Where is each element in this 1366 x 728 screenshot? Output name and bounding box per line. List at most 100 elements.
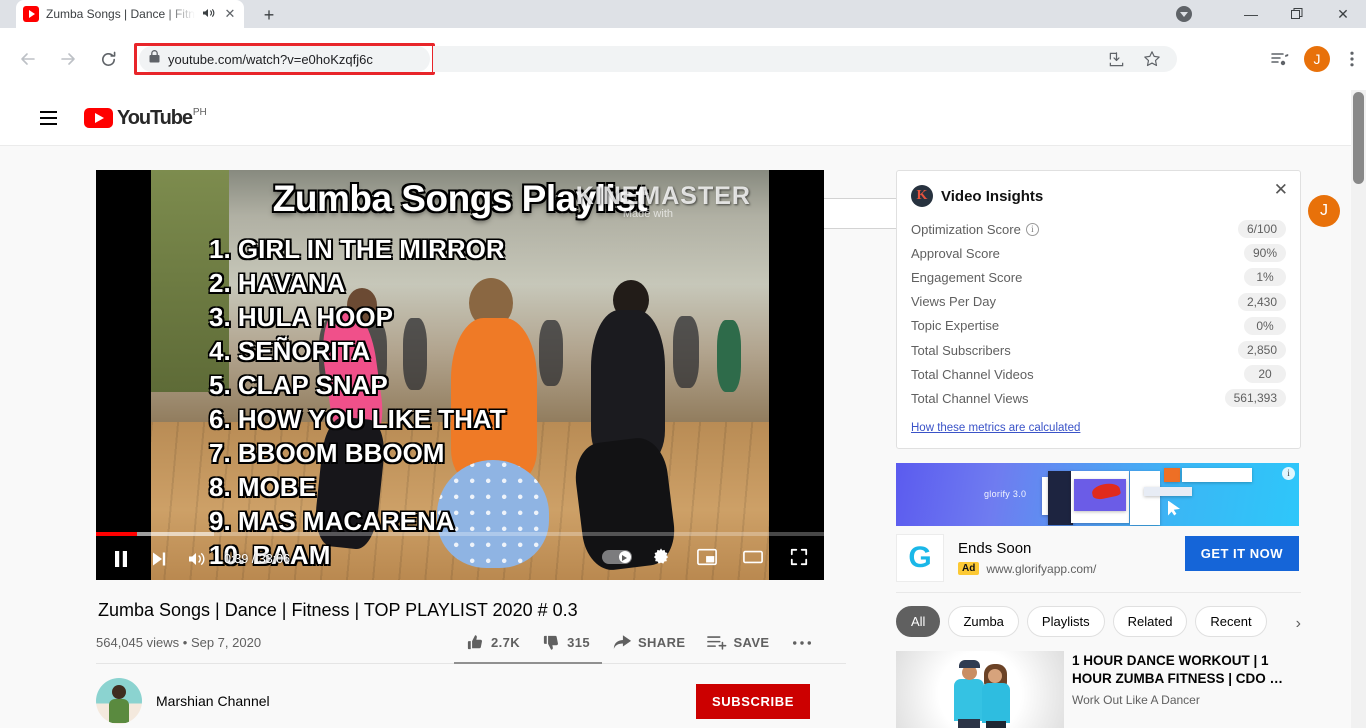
forward-button[interactable] [53, 44, 83, 74]
subscribe-button[interactable]: SUBSCRIBE [696, 683, 810, 719]
ad-banner-image[interactable]: glorify 3.0 i [896, 462, 1299, 526]
playlist-line: 7. BBOOM BBOOM [209, 438, 445, 468]
new-tab-button[interactable]: + [256, 2, 282, 28]
page-scrollbar[interactable] [1351, 90, 1366, 728]
primary-column: Zumba Songs Playlist Made with KINEMASTE… [96, 170, 846, 728]
back-button[interactable] [13, 44, 43, 74]
ad-art-panel [1182, 467, 1252, 482]
volume-button[interactable] [180, 542, 214, 576]
fullscreen-button[interactable] [782, 540, 816, 574]
thumb-person [954, 678, 984, 721]
guide-menu-icon[interactable] [28, 98, 68, 138]
thumb-person [986, 720, 1006, 728]
ad-headline[interactable]: Ends Soon [958, 540, 1096, 557]
player-time-display: 0:39 / 33:06 [224, 552, 291, 566]
ad-badge: Ad [958, 562, 980, 575]
video-overlay-playlist: 1. GIRL IN THE MIRROR 2. HAVANA 3. HULA … [209, 232, 506, 572]
toolbar-right-actions: J [1270, 28, 1360, 90]
bookmark-star-icon[interactable] [1143, 50, 1161, 68]
chip-related[interactable]: Related [1112, 605, 1188, 637]
more-actions-button[interactable] [782, 629, 822, 657]
save-button[interactable]: SAVE [697, 629, 779, 657]
autoplay-toggle[interactable] [602, 550, 632, 564]
settings-gear-icon[interactable] [644, 540, 678, 574]
recommended-title[interactable]: 1 HOUR DANCE WORKOUT | 1 HOUR ZUMBA FITN… [1072, 652, 1301, 688]
window-maximize-button[interactable] [1274, 0, 1320, 28]
kinemaster-watermark: KINEMASTER [575, 182, 751, 210]
ad-art-panel [1130, 470, 1160, 525]
info-icon[interactable]: i [1025, 222, 1039, 236]
video-title: Zumba Songs | Dance | Fitness | TOP PLAY… [98, 600, 578, 620]
download-indicator-icon[interactable] [1176, 6, 1192, 22]
channel-avatar[interactable] [96, 678, 142, 724]
ad-url: www.glorifyapp.com/ [986, 561, 1097, 576]
ad-info-icon[interactable]: i [1282, 466, 1295, 480]
browser-tab-strip: Zumba Songs | Dance | Fitne ✕ + — ✕ [0, 0, 1366, 28]
youtube-logo[interactable]: YouTube PH [84, 106, 207, 129]
metric-row: Total Subscribers 2,850 [911, 338, 1286, 362]
miniplayer-button[interactable] [690, 540, 724, 574]
view-count: 564,045 views • Sep 7, 2020 [96, 635, 262, 650]
chips-next-icon[interactable]: › [1289, 614, 1301, 633]
browser-tab[interactable]: Zumba Songs | Dance | Fitne ✕ [16, 0, 244, 28]
ad-block: glorify 3.0 i G Ends Soon Ad www.glorify… [896, 462, 1301, 593]
youtube-logo-text: YouTube [117, 106, 193, 129]
window-controls: — ✕ [1176, 0, 1366, 28]
chrome-profile-avatar[interactable]: J [1304, 46, 1330, 72]
metric-value: 6/100 [1237, 220, 1286, 239]
metric-label: Optimization Score i [911, 222, 1238, 237]
background-dancer [717, 320, 741, 392]
channel-row: Marshian Channel SUBSCRIBE [96, 678, 846, 724]
like-ratio-bar [454, 662, 602, 664]
secondary-column: ✕ K Video Insights Optimization Score i … [896, 170, 1301, 728]
ad-cta-button[interactable]: GET IT NOW [1184, 535, 1299, 571]
chip-zumba[interactable]: Zumba [948, 605, 1019, 637]
progress-bar[interactable] [96, 532, 824, 536]
share-button[interactable]: SHARE [602, 629, 696, 657]
metric-label: Approval Score [911, 245, 1000, 261]
close-icon[interactable]: ✕ [1274, 181, 1288, 198]
chip-recent[interactable]: Recent [1195, 605, 1267, 637]
metrics-help-link[interactable]: How these metrics are calculated [911, 422, 1080, 434]
media-playlist-icon[interactable] [1270, 49, 1290, 69]
filter-chips: All Zumba Playlists Related Recent › [896, 593, 1301, 637]
tab-close-icon[interactable]: ✕ [223, 7, 237, 21]
playlist-line: 2. HAVANA [209, 268, 346, 298]
playlist-line: 1. GIRL IN THE MIRROR [209, 234, 505, 264]
recommended-video-item[interactable]: 1 HOUR DANCE WORKOUT | 1 HOUR ZUMBA FITN… [896, 650, 1301, 728]
page-scrollbar-thumb[interactable] [1353, 92, 1364, 184]
chip-all[interactable]: All [896, 605, 941, 637]
window-close-button[interactable]: ✕ [1320, 0, 1366, 28]
window-minimize-button[interactable]: — [1228, 0, 1274, 28]
install-app-icon[interactable] [1108, 51, 1125, 68]
playlist-line: 6. HOW YOU LIKE THAT [209, 404, 506, 434]
background-dancer [539, 320, 563, 386]
player-controls-right [602, 540, 816, 574]
like-button[interactable]: 2.7K [456, 629, 530, 657]
ad-art-panel [1144, 486, 1192, 496]
dislike-button[interactable]: 315 [532, 629, 600, 657]
chip-playlists[interactable]: Playlists [1026, 605, 1105, 637]
tab-audio-icon[interactable] [202, 7, 216, 21]
video-actions: 2.7K 315 SHARE SAVE [456, 629, 822, 657]
recommended-thumbnail [896, 650, 1064, 728]
channel-name[interactable]: Marshian Channel [156, 693, 270, 709]
youtube-account-avatar[interactable]: J [1308, 195, 1340, 227]
address-bar-actions [433, 46, 1177, 72]
ad-url-row: Ad www.glorifyapp.com/ [958, 562, 1096, 576]
chrome-menu-icon[interactable] [1344, 50, 1360, 68]
recommended-channel[interactable]: Work Out Like A Dancer [1072, 693, 1301, 707]
browser-toolbar: youtube.com/watch?v=e0hoKzqfj6c J » [0, 28, 1366, 106]
metric-value: 20 [1244, 365, 1286, 384]
progress-played [96, 532, 137, 536]
ad-info: Ends Soon Ad www.glorifyapp.com/ [958, 540, 1096, 576]
video-player[interactable]: Zumba Songs Playlist Made with KINEMASTE… [96, 170, 824, 580]
address-bar[interactable]: youtube.com/watch?v=e0hoKzqfj6c [139, 46, 430, 72]
share-label: SHARE [637, 635, 686, 650]
address-bar-highlight: youtube.com/watch?v=e0hoKzqfj6c [134, 43, 435, 75]
pause-button[interactable] [104, 542, 138, 576]
theater-mode-button[interactable] [736, 540, 770, 574]
reload-button[interactable] [93, 44, 123, 74]
metric-value: 90% [1243, 244, 1286, 263]
next-video-button[interactable] [142, 542, 176, 576]
